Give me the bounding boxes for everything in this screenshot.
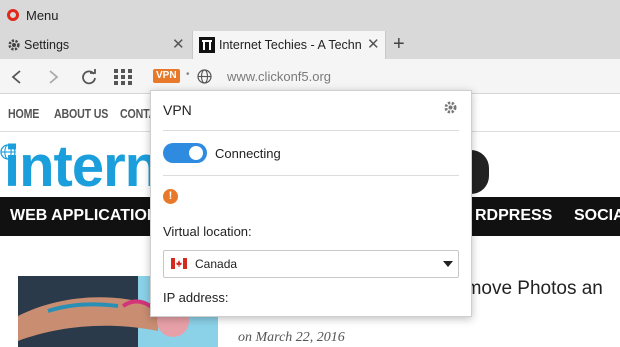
- ip-address-label: IP address:: [163, 290, 229, 305]
- category-web-application[interactable]: WEB APPLICATION: [10, 207, 158, 225]
- tab-settings-close-button[interactable]: ✕: [172, 37, 185, 52]
- category-social[interactable]: SOCIA: [574, 207, 620, 225]
- gear-icon: [8, 39, 20, 51]
- virtual-location-value: Canada: [195, 257, 238, 271]
- vpn-popup: [150, 90, 472, 317]
- menu-bar: Menu: [0, 0, 620, 31]
- vpn-badge-button[interactable]: VPN: [153, 69, 180, 83]
- vpn-settings-gear-icon[interactable]: [443, 100, 458, 115]
- tab-internet-techies-label: Internet Techies - A Technology Blog: [219, 38, 361, 52]
- menu-label[interactable]: Menu: [26, 8, 59, 23]
- popup-divider: [163, 130, 459, 131]
- tab-settings[interactable]: Settings ✕: [0, 31, 190, 59]
- tab-settings-label: Settings: [24, 38, 70, 52]
- site-nav-about-us[interactable]: ABOUT US: [54, 107, 108, 121]
- vpn-status-text: Connecting: [215, 146, 281, 161]
- warning-icon: !: [163, 189, 178, 204]
- category-wordpress[interactable]: RDPRESS: [475, 207, 552, 225]
- new-tab-button[interactable]: +: [393, 33, 405, 56]
- tab-internet-techies[interactable]: Internet Techies - A Technology Blog ✕: [192, 31, 386, 59]
- opera-logo-icon[interactable]: [7, 9, 19, 21]
- reload-icon[interactable]: [80, 68, 98, 86]
- url-field[interactable]: www.clickonf5.org: [227, 69, 331, 84]
- globe-icon[interactable]: [197, 69, 212, 84]
- chevron-down-icon[interactable]: [443, 261, 453, 267]
- back-icon[interactable]: [10, 69, 24, 85]
- site-nav-home[interactable]: HOME: [8, 107, 39, 121]
- vpn-popup-title: VPN: [163, 102, 192, 118]
- popup-divider: [163, 175, 459, 176]
- site-favicon-icon: [199, 37, 215, 53]
- tab-internet-techies-close-button[interactable]: ✕: [367, 37, 380, 52]
- virtual-location-label: Virtual location:: [163, 224, 252, 239]
- speed-dial-icon[interactable]: [114, 69, 132, 85]
- canada-flag-icon: [171, 258, 187, 269]
- forward-icon[interactable]: [46, 69, 60, 85]
- post-title-line1[interactable]: emove Photos an: [455, 278, 603, 300]
- site-logo[interactable]: intern: [4, 138, 160, 196]
- vpn-toggle-knob: [189, 146, 203, 160]
- post-date: on March 22, 2016: [238, 330, 345, 345]
- separator-dot: •: [186, 69, 190, 80]
